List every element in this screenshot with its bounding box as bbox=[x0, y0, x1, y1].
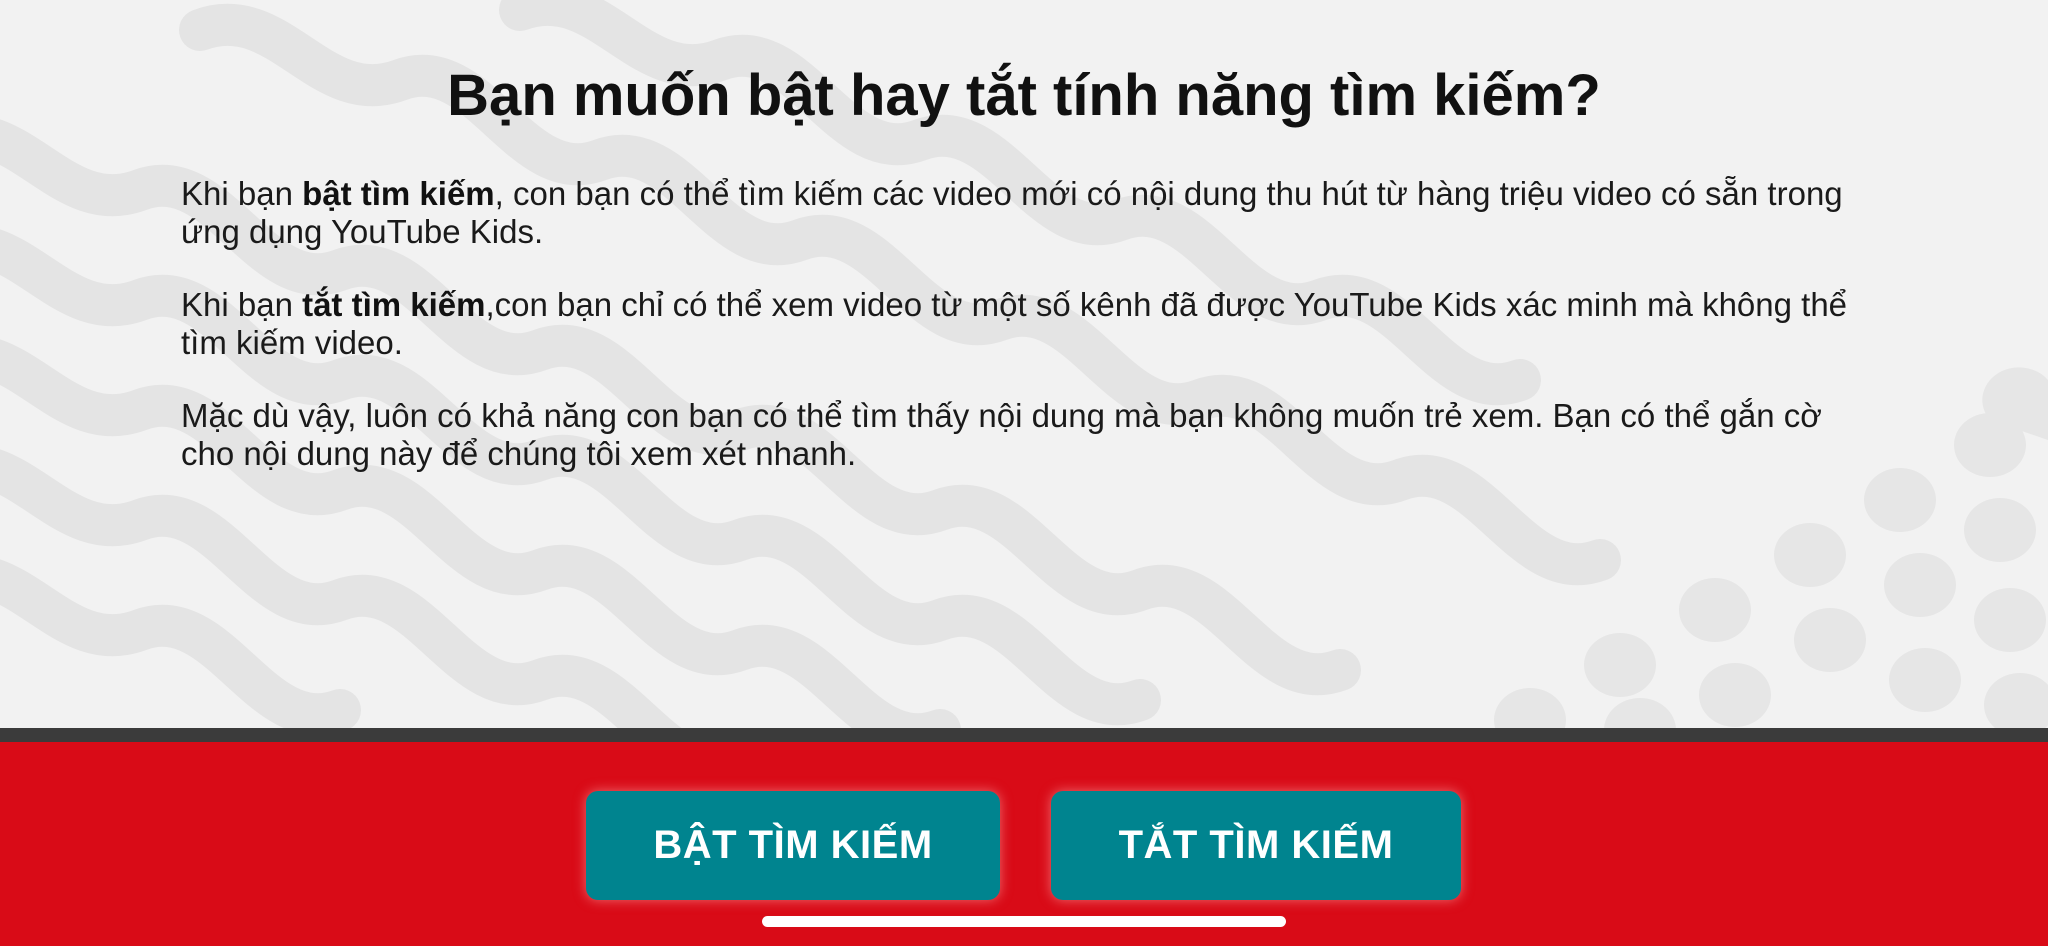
content-area: Bạn muốn bật hay tắt tính năng tìm kiếm?… bbox=[0, 0, 2048, 728]
content-flag-note: Mặc dù vậy, luôn có khả năng con bạn có … bbox=[181, 397, 1822, 472]
search-on-emphasis: bật tìm kiếm bbox=[302, 175, 495, 212]
turn-off-search-button[interactable]: TẮT TÌM KIẾM bbox=[1051, 791, 1461, 900]
search-off-description: Khi bạn tắt tìm kiếm,con bạn chỉ có thể … bbox=[181, 286, 1881, 362]
search-off-prefix: Khi bạn bbox=[181, 286, 303, 323]
page-title: Bạn muốn bật hay tắt tính năng tìm kiếm? bbox=[447, 63, 1601, 128]
search-on-description: Khi bạn bật tìm kiếm, con bạn có thể tìm… bbox=[181, 175, 1881, 251]
search-on-prefix: Khi bạn bbox=[181, 175, 303, 212]
home-indicator[interactable] bbox=[762, 916, 1286, 927]
search-off-emphasis: tắt tìm kiếm bbox=[302, 286, 486, 323]
turn-on-search-button[interactable]: BẬT TÌM KIẾM bbox=[586, 791, 1000, 900]
bottom-divider bbox=[0, 728, 2048, 742]
